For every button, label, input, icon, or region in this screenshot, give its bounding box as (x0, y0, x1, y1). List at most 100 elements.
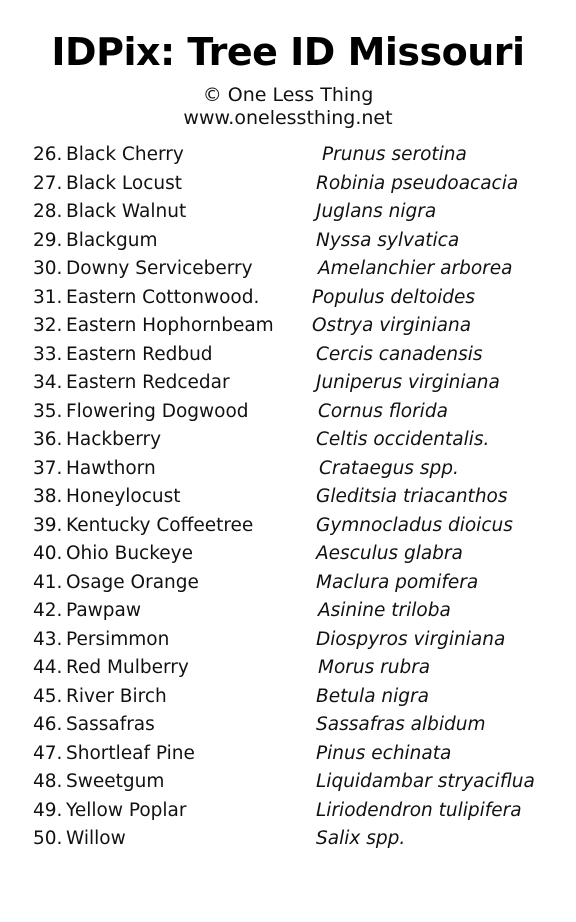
scientific-name: Cornus florida (318, 400, 448, 422)
tree-list-item: 34. Eastern Redcedar Juniperus virginian… (0, 369, 576, 398)
scientific-name: Prunus serotina (322, 144, 467, 165)
tree-list-item: 49. Yellow Poplar Liriodendron tulipifer… (0, 797, 576, 826)
item-number: 33. (33, 343, 63, 365)
tree-list-item: 31. Eastern Cottonwood. Populus deltoide… (0, 284, 576, 313)
scientific-name: Gleditsia triacanthos (316, 486, 508, 507)
tree-list-item: 38. Honeylocust Gleditsia triacanthos (0, 483, 576, 512)
scientific-name: Betula nigra (316, 685, 429, 707)
tree-list-item: 39. Kentucky Coffeetree Gymnocladus dioi… (0, 512, 576, 541)
item-number: 46. (33, 714, 63, 735)
tree-list-item: 37. Hawthorn Crataegus spp. (0, 455, 576, 484)
tree-list-item: 40. Ohio Buckeye Aesculus glabra (0, 540, 576, 569)
page-title: IDPix: Tree ID Missouri (51, 30, 525, 74)
scientific-name: Cercis canadensis (316, 343, 483, 365)
scientific-name: Nyssa sylvatica (316, 229, 460, 251)
tree-list-item: 50. Willow Salix spp. (0, 825, 576, 854)
common-name: Red Mulberry (66, 657, 189, 678)
common-name: Hawthorn (66, 457, 156, 479)
item-number: 39. (33, 514, 63, 536)
scientific-name: Crataegus spp. (319, 457, 459, 479)
item-number: 37. (33, 457, 63, 479)
item-number: 31. (33, 286, 63, 308)
item-number: 28. (33, 201, 63, 222)
tree-list-item: 36. Hackberry Celtis occidentalis. (0, 426, 576, 455)
item-number: 50. (33, 828, 63, 849)
common-name: Eastern Hophornbeam (66, 315, 274, 336)
common-name: Sassafras (66, 714, 155, 735)
common-name: Black Locust (66, 172, 183, 194)
common-name: Eastern Redcedar (66, 372, 230, 393)
scientific-name: Liriodendron tulipifera (316, 799, 522, 821)
item-number: 26. (33, 144, 63, 165)
tree-list-item: 48. Sweetgum Liquidambar stryaciflua (0, 768, 576, 797)
tree-list-item: 35. Flowering Dogwood Cornus florida (0, 398, 576, 427)
tree-list-item: 45. River Birch Betula nigra (0, 683, 576, 712)
scientific-name: Celtis occidentalis. (316, 429, 490, 450)
tree-list-item: 47. Shortleaf Pine Pinus echinata (0, 740, 576, 769)
common-name: Honeylocust (66, 486, 181, 507)
tree-list-item: 44. Red Mulberry Morus rubra (0, 654, 576, 683)
tree-list-item: 27. Black Locust Robinia pseudoacacia (0, 170, 576, 199)
tree-list-item: 43. Persimmon Diospyros virginiana (0, 626, 576, 655)
common-name: Downy Serviceberry (66, 258, 253, 279)
tree-list: 26. Black Cherry Prunus serotina 27. Bla… (0, 141, 576, 854)
item-number: 41. (33, 571, 63, 593)
item-number: 30. (33, 258, 63, 279)
scientific-name: Liquidambar stryaciflua (316, 771, 535, 792)
item-number: 48. (33, 771, 63, 792)
tree-list-item: 32. Eastern Hophornbeam Ostrya virginian… (0, 312, 576, 341)
scientific-name: Robinia pseudoacacia (316, 172, 519, 194)
item-number: 49. (33, 799, 63, 821)
common-name: Blackgum (66, 229, 158, 251)
website-link: www.onelessthing.net (183, 107, 393, 129)
item-number: 42. (33, 600, 63, 621)
item-number: 38. (33, 486, 63, 507)
item-number: 35. (33, 400, 63, 422)
item-number: 47. (33, 742, 63, 764)
common-name: Shortleaf Pine (66, 742, 195, 764)
common-name: Black Walnut (66, 201, 187, 222)
common-name: Yellow Poplar (66, 799, 187, 821)
common-name: Osage Orange (66, 571, 199, 593)
item-number: 44. (33, 657, 63, 678)
scientific-name: Maclura pomifera (316, 571, 479, 593)
tree-list-item: 41. Osage Orange Maclura pomifera (0, 569, 576, 598)
item-number: 45. (33, 685, 63, 707)
item-number: 32. (33, 315, 63, 336)
scientific-name: Juniperus virginiana (316, 372, 500, 393)
tree-list-item: 33. Eastern Redbud Cercis canadensis (0, 341, 576, 370)
scientific-name: Pinus echinata (316, 742, 452, 764)
common-name: Persimmon (66, 628, 170, 650)
scientific-name: Asinine triloba (318, 600, 451, 621)
common-name: Eastern Cottonwood. (66, 286, 260, 308)
scientific-name: Sassafras albidum (316, 714, 486, 735)
item-number: 36. (33, 429, 63, 450)
scientific-name: Morus rubra (318, 657, 431, 678)
scientific-name: Salix spp. (316, 828, 406, 849)
scientific-name: Gymnocladus dioicus (316, 514, 513, 536)
item-number: 34. (33, 372, 63, 393)
item-number: 27. (33, 172, 63, 194)
scientific-name: Aesculus glabra (316, 543, 463, 564)
scientific-name: Juglans nigra (316, 201, 437, 222)
common-name: River Birch (66, 685, 167, 707)
item-number: 40. (33, 543, 63, 564)
tree-list-item: 30. Downy Serviceberry Amelanchier arbor… (0, 255, 576, 284)
scientific-name: Diospyros virginiana (316, 628, 506, 650)
common-name: Willow (66, 828, 126, 849)
item-number: 29. (33, 229, 63, 251)
scientific-name: Amelanchier arborea (318, 258, 513, 279)
item-number: 43. (33, 628, 63, 650)
copyright-notice: © One Less Thing (202, 84, 374, 106)
scientific-name: Ostrya virginiana (312, 315, 472, 336)
common-name: Kentucky Coffeetree (66, 514, 254, 536)
common-name: Ohio Buckeye (66, 543, 193, 564)
common-name: Flowering Dogwood (66, 400, 249, 422)
tree-list-item: 26. Black Cherry Prunus serotina (0, 141, 576, 170)
common-name: Black Cherry (66, 144, 184, 165)
tree-list-item: 28. Black Walnut Juglans nigra (0, 198, 576, 227)
common-name: Hackberry (66, 429, 162, 450)
common-name: Sweetgum (66, 771, 165, 792)
common-name: Eastern Redbud (66, 343, 213, 365)
tree-list-item: 29. Blackgum Nyssa sylvatica (0, 227, 576, 256)
